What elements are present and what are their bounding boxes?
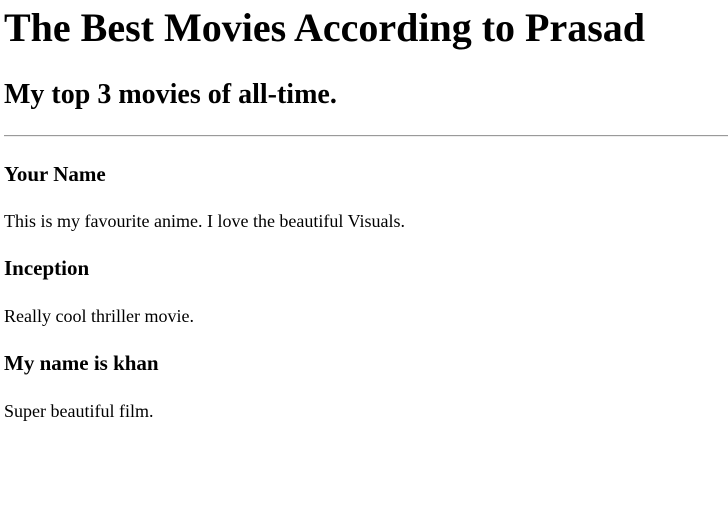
- movie-entry: Your Name This is my favourite anime. I …: [4, 137, 724, 232]
- movie-entry: My name is khan Super beautiful film.: [4, 327, 724, 422]
- page-title: The Best Movies According to Prasad: [4, 5, 646, 50]
- movie-description: Really cool thriller movie.: [4, 306, 194, 326]
- movie-title: My name is khan: [4, 351, 159, 375]
- movie-description: This is my favourite anime. I love the b…: [4, 211, 406, 231]
- movie-description: Super beautiful film.: [4, 401, 154, 421]
- page-subtitle: My top 3 movies of all-time.: [4, 79, 337, 110]
- page-content: The Best Movies According to Prasad My t…: [0, 0, 728, 422]
- movie-entry: Inception Really cool thriller movie.: [4, 232, 724, 327]
- movie-title: Inception: [4, 256, 90, 280]
- movie-title: Your Name: [4, 162, 106, 186]
